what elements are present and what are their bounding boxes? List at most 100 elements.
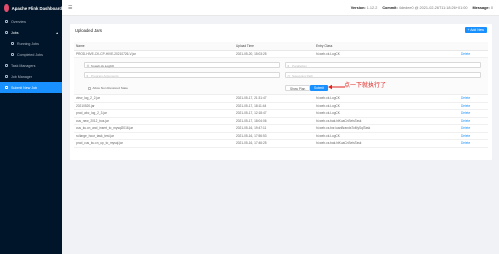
code-icon: ⌘ [86,64,90,68]
entry-class-input[interactable]: ⌘ hi.web.ck.LogCK [84,62,280,68]
savepoint-path-input[interactable]: ▭ Savepoint Path [285,72,481,78]
task-manager-icon [5,64,8,67]
jar-name: cus_ku.cn_and_insert_to_mysql2016.jar [74,124,234,133]
parallelism-icon: ≡ [287,64,290,68]
arguments-icon: ≡ [86,74,89,78]
column-entry-class[interactable]: Entry Class [314,42,459,51]
sidebar-item-label: Completed Jobs [17,52,43,57]
jar-name: view_log_2_2.jar [74,94,234,103]
table-row[interactable]: prod_abc_log_2_3.jar 2021-05-17, 12:18:4… [74,109,488,118]
allow-non-restored-label: Allow Non Restored State [92,86,128,90]
flink-logo-icon [4,4,9,12]
sidebar-item-label: Job Manager [11,74,32,79]
entry-class: hi.web.ck.LogCK [314,94,459,103]
upload-time: 2021-05-16, 17:46:25 [234,139,314,148]
entry-class: hi.web.ck.LogCK [314,50,459,58]
jar-name: prod_abc_log_2_3.jar [74,109,234,118]
sidebar-item-label: Task Managers [11,63,36,68]
message-info[interactable]: Message: 0 [473,6,494,10]
delete-link[interactable]: Delete [459,50,488,58]
top-header: ☰ Version: 1.12.2 Commit: 4dedee0 @ 2021… [62,0,499,16]
parallelism-placeholder: Parallelism [292,64,308,68]
sidebar: Apache Flink Dashboard Overview Jobs ▴ R… [0,0,62,254]
delete-link[interactable]: Delete [459,94,488,103]
sidebar-item-jobs[interactable]: Jobs ▴ [0,27,62,38]
annotation-text: 点一下就执行了 [344,83,387,89]
upload-time: 2021-05-20, 15:03:25 [234,50,314,58]
entry-class: hi.web.cs.bak.hiKuaCnSetsTask [314,139,459,148]
entry-class: hi.web.ck.LogCK [314,109,459,118]
sidebar-item-completed-jobs[interactable]: Completed Jobs [0,49,62,60]
column-upload-time[interactable]: Upload Time [234,42,314,51]
overview-icon [5,20,8,23]
add-new-button[interactable]: + Add New [464,26,487,33]
allow-non-restored-checkbox[interactable]: Allow Non Restored State [88,86,128,90]
upload-time: 2021-05-16, 19:47:11 [234,124,314,133]
jobs-icon [5,31,8,34]
table-row[interactable]: ru/large_hour_task_test.jar 2021-05-16, … [74,132,488,140]
checkbox-icon [88,86,91,90]
sidebar-item-submit-new-job[interactable]: Submit New Job [0,82,62,93]
version-value: 1.12.2 [366,5,378,10]
column-name[interactable]: Name [74,42,234,51]
column-actions [459,42,488,51]
sidebar-item-label: Jobs [11,30,19,35]
submit-button[interactable]: Submit [310,84,328,91]
sidebar-item-running-jobs[interactable]: Running Jobs [0,38,62,49]
upload-time: 2021-05-17, 21:31:47 [234,94,314,103]
upload-icon [5,86,8,89]
chevron-up-icon: ▴ [56,30,58,35]
delete-link[interactable]: Delete [459,102,488,110]
uploaded-jars-card: Uploaded Jars + Add New Name Upload Time… [70,24,492,160]
show-plan-button[interactable]: Show Plan [285,84,311,91]
commit-info: Commit: 4dedee0 @ 2021-02-26T11:18:26+01… [382,5,468,10]
sidebar-item-task-managers[interactable]: Task Managers [0,60,62,71]
folder-icon: ▭ [287,74,291,78]
job-manager-icon [5,75,8,78]
delete-link[interactable]: Delete [459,117,488,125]
sidebar-item-job-manager[interactable]: Job Manager [0,71,62,82]
completed-icon [11,53,14,56]
jar-name: prod_cus_ku.cn_up_to_mysql.jar [74,139,234,148]
entry-class: hi.web.ck.LogCK [314,132,459,140]
program-arguments-input[interactable]: ≡ Program Arguments [84,72,280,78]
program-arguments-placeholder: Program Arguments [91,74,119,78]
parallelism-input[interactable]: ≡ Parallelism [285,62,481,68]
jar-name: 20210520.jar [74,102,234,110]
app-title: Apache Flink Dashboard [11,5,62,11]
sidebar-item-overview[interactable]: Overview [0,16,62,27]
sidebar-item-label: Submit New Job [11,85,38,90]
delete-link[interactable]: Delete [459,139,488,148]
upload-time: 2021-05-16, 17:56:53 [234,132,314,140]
sidebar-item-label: Overview [11,19,26,24]
entry-class: hi.web.cs.bak.hiKuaCnSetsTask [314,117,459,125]
jar-name: cus_new_2012_bus.jar [74,117,234,125]
delete-link[interactable]: Delete [459,124,488,133]
table-row[interactable]: view_log_2_2.jar 2021-05-17, 21:31:47 hi… [74,94,488,103]
table-row[interactable]: 20210520.jar 2021-05-17, 18:11:44 hi.web… [74,102,488,110]
running-icon [11,42,14,45]
table-row[interactable]: prod_cus_ku.cn_up_to_mysql.jar 2021-05-1… [74,139,488,148]
commit-value: 4dedee0 @ 2021-02-26T11:18:26+01:00 [398,5,468,10]
message-count: 0 [490,5,493,10]
jar-name: ru/large_hour_task_test.jar [74,132,234,140]
card-title: Uploaded Jars [75,28,103,33]
upload-time: 2021-05-17, 18:11:44 [234,102,314,110]
delete-link[interactable]: Delete [459,132,488,140]
table-row[interactable]: cus_new_2012_bus.jar 2021-05-17, 18:04:0… [74,117,488,125]
delete-link[interactable]: Delete [459,109,488,118]
table-row[interactable]: PROD-HIVE-CK-CP-HIVE-20210726-V.jar 2021… [74,50,488,58]
entry-class: hi.web.ck.LogCK [314,102,459,110]
table-row[interactable]: cus_ku.cn_and_insert_to_mysql2016.jar 20… [74,124,488,133]
table-header-row: Name Upload Time Entry Class [74,42,488,51]
jar-name: PROD-HIVE-CK-CP-HIVE-20210726-V.jar [74,50,234,58]
entry-class-value: hi.web.ck.LogCK [91,64,115,68]
header-info: Version: 1.12.2 Commit: 4dedee0 @ 2021-0… [351,6,499,10]
version-info: Version: 1.12.2 [350,5,378,10]
menu-fold-icon[interactable]: ☰ [68,5,72,11]
sidebar-item-label: Running Jobs [17,41,39,46]
upload-time: 2021-05-17, 18:04:06 [234,117,314,125]
entry-class: hi.web.cs.bxr.iuanBrandsToMySqlTask [314,124,459,133]
savepoint-placeholder: Savepoint Path [292,74,313,78]
brand[interactable]: Apache Flink Dashboard [0,0,62,16]
